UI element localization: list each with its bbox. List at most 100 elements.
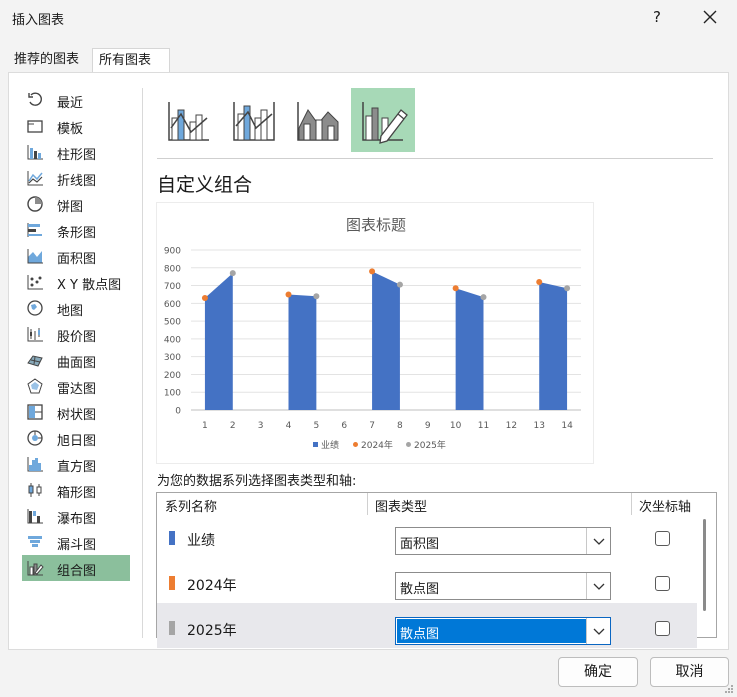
- dropdown-button[interactable]: [586, 573, 610, 599]
- area-segment: [288, 294, 317, 410]
- chart-preview: 0 100 200 300 400 500 600 700 800 900 1 2 3 4 5 6 7 8 9 10 1…: [156, 202, 594, 464]
- secondary-axis-checkbox[interactable]: [655, 576, 670, 591]
- scatter-point: [396, 281, 403, 288]
- series-name: 业绩: [187, 533, 215, 549]
- section-title: 自定义组合: [157, 174, 253, 196]
- y-tick-label: 700: [164, 282, 181, 292]
- vertical-scrollbar[interactable]: [703, 519, 706, 611]
- radar-chart-icon: [27, 378, 43, 394]
- column-chart-icon: [27, 145, 43, 160]
- resize-grip-icon[interactable]: [724, 684, 734, 694]
- sidebar-item[interactable]: 旭日图: [22, 425, 130, 451]
- legend-label: 2025年: [414, 439, 446, 451]
- sidebar-item[interactable]: 瀑布图: [22, 503, 130, 529]
- sidebar-item-label: 组合图: [57, 564, 97, 579]
- sidebar-item-label: 饼图: [57, 200, 84, 215]
- subtype-clustered-column-line[interactable]: [157, 88, 221, 152]
- series-row-performance[interactable]: 业绩 面积图: [157, 513, 697, 558]
- chart-type-dropdown[interactable]: 散点图: [395, 572, 611, 600]
- chart-type-value: 散点图: [400, 627, 440, 642]
- sidebar-item[interactable]: 股价图: [22, 321, 130, 347]
- dropdown-button[interactable]: [586, 618, 610, 644]
- x-tick-label: 14: [561, 421, 573, 431]
- area-segment: [372, 271, 400, 410]
- series-row-2024[interactable]: 2024年 散点图: [157, 558, 697, 603]
- x-tick-label: 6: [341, 421, 347, 431]
- legend-label: 2024年: [361, 439, 393, 451]
- y-tick-label: 0: [175, 407, 181, 417]
- legend-marker: [406, 442, 411, 447]
- sidebar-item[interactable]: 组合图: [22, 555, 130, 581]
- cancel-button[interactable]: 取消: [650, 657, 729, 687]
- tab-all-charts[interactable]: 所有图表: [92, 48, 170, 72]
- sidebar-item[interactable]: 树状图: [22, 399, 130, 425]
- line-chart-icon: [27, 171, 43, 186]
- ok-button[interactable]: 确定: [558, 657, 638, 687]
- sidebar-item[interactable]: 折线图: [22, 165, 130, 191]
- subtype-clustered-column-line-secondary[interactable]: [222, 88, 286, 152]
- x-tick-label: 7: [369, 421, 375, 431]
- help-button[interactable]: ?: [646, 6, 668, 28]
- chart-category-list: 最近模板 柱形图折线图饼图条形图 面积图 X Y 散点图 地图 股价图曲面图雷达图树状图旭…: [22, 88, 132, 638]
- chart-type-dropdown[interactable]: 散点图: [395, 617, 611, 645]
- x-tick-label: 9: [425, 421, 431, 431]
- sidebar-item[interactable]: 漏斗图: [22, 529, 130, 555]
- subtype-custom-combination[interactable]: [351, 88, 415, 152]
- series-color-swatch: [169, 576, 175, 590]
- sidebar-item-label: 曲面图: [57, 356, 97, 371]
- chevron-down-icon: [593, 583, 605, 590]
- sidebar-item[interactable]: 曲面图: [22, 347, 130, 373]
- tab-recommended-charts[interactable]: 推荐的图表: [8, 48, 92, 72]
- sidebar-item[interactable]: 条形图: [22, 217, 130, 243]
- x-tick-label: 4: [286, 421, 292, 431]
- sidebar-item[interactable]: 面积图: [22, 243, 130, 269]
- y-tick-label: 300: [164, 353, 181, 363]
- series-instruction: 为您的数据系列选择图表类型和轴:: [157, 474, 357, 489]
- subtype-divider: [157, 158, 713, 159]
- sidebar-item-label: 瀑布图: [57, 512, 97, 527]
- chart-type-value: 面积图: [400, 537, 440, 552]
- sidebar-item[interactable]: 雷达图: [22, 373, 130, 399]
- sidebar-item[interactable]: 模板: [22, 113, 130, 139]
- scatter-point: [564, 285, 571, 292]
- sidebar-item[interactable]: X Y 散点图: [22, 269, 130, 295]
- stock-chart-icon: [27, 327, 43, 342]
- subtype-stacked-area-column[interactable]: [286, 88, 350, 152]
- sidebar-item-label: 雷达图: [57, 382, 97, 397]
- secondary-axis-checkbox[interactable]: [655, 621, 670, 636]
- area-segment: [204, 273, 233, 410]
- series-row-2025[interactable]: 2025年 散点图: [157, 603, 697, 648]
- sidebar-item[interactable]: 饼图: [22, 191, 130, 217]
- series-config-grid: 系列名称 图表类型 次坐标轴 业绩 面积图 2024年 散点图 2025年 散点…: [156, 492, 717, 648]
- chevron-down-icon: [593, 628, 605, 635]
- dropdown-button[interactable]: [586, 528, 610, 554]
- y-tick-label: 500: [164, 318, 181, 328]
- sunburst-chart-icon: [27, 430, 43, 446]
- sidebar-item[interactable]: 柱形图: [22, 139, 130, 165]
- scatter-point: [229, 270, 236, 277]
- sidebar-item[interactable]: 地图: [22, 295, 130, 321]
- header-separator: [367, 493, 368, 515]
- legend-marker: [353, 442, 358, 447]
- area-segment: [455, 288, 484, 410]
- y-tick-label: 200: [164, 371, 181, 381]
- scatter-point: [369, 268, 376, 275]
- sidebar-item[interactable]: 直方图: [22, 451, 130, 477]
- sidebar-item[interactable]: 最近: [22, 87, 130, 113]
- scatter-point: [313, 293, 320, 300]
- scatter-chart-icon: [27, 275, 43, 290]
- sidebar-item-label: 直方图: [57, 460, 97, 475]
- sidebar-item-label: 最近: [57, 96, 84, 111]
- legend-marker: [313, 442, 318, 447]
- chart-type-dropdown[interactable]: 面积图: [395, 527, 611, 555]
- clustered-column-line-icon: [168, 102, 209, 141]
- sidebar-item[interactable]: 箱形图: [22, 477, 130, 503]
- chart-type-value: 散点图: [400, 582, 440, 597]
- pie-chart-icon: [27, 196, 43, 212]
- vertical-divider: [142, 88, 143, 638]
- x-tick-label: 12: [506, 421, 517, 431]
- sidebar-item-label: 折线图: [57, 174, 97, 189]
- scatter-point: [536, 279, 543, 285]
- secondary-axis-checkbox[interactable]: [655, 531, 670, 546]
- close-button[interactable]: [698, 5, 722, 29]
